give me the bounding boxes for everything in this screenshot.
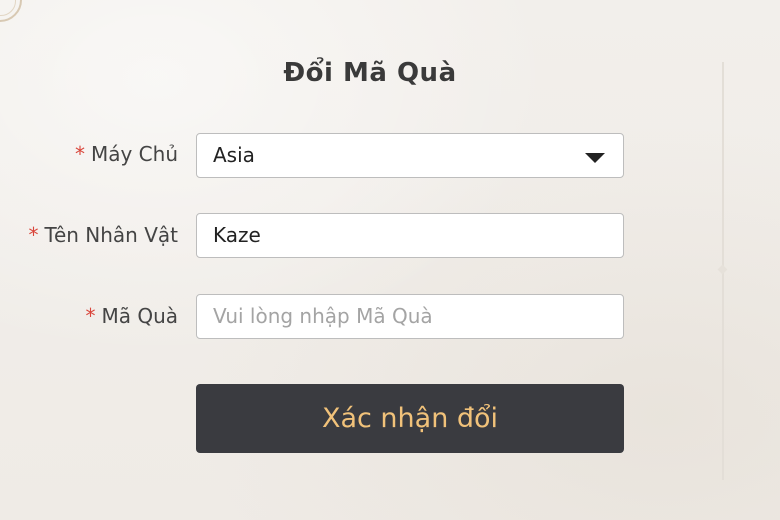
gift-code-input[interactable]: Vui lòng nhập Mã Quà (196, 294, 624, 339)
confirm-exchange-button[interactable]: Xác nhận đổi (196, 384, 624, 453)
required-marker: * (85, 304, 96, 328)
character-name-input[interactable]: Kaze (196, 213, 624, 258)
required-marker: * (74, 142, 85, 166)
gift-code-label: * Mã Quà (85, 304, 178, 328)
gift-code-label-text: Mã Quà (101, 304, 178, 328)
form-title: Đổi Mã Quà (283, 58, 457, 88)
chevron-down-icon (585, 153, 605, 163)
required-marker: * (28, 223, 39, 247)
server-select-value: Asia (213, 143, 255, 167)
server-label-text: Máy Chủ (90, 142, 178, 166)
character-name-value: Kaze (213, 223, 261, 247)
character-label: * Tên Nhân Vật (29, 223, 178, 247)
server-select[interactable]: Asia (196, 133, 624, 178)
gift-code-placeholder: Vui lòng nhập Mã Quà (213, 304, 433, 328)
character-label-text: Tên Nhân Vật (44, 223, 178, 247)
server-label: * Máy Chủ (75, 142, 178, 166)
